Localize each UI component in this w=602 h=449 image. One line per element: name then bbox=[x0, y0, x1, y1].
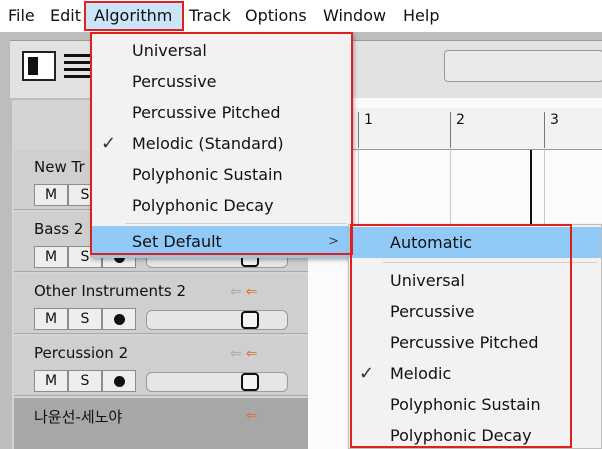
algorithm-percussive-pitched[interactable]: Percussive Pitched bbox=[91, 97, 351, 128]
mute-button[interactable]: M bbox=[34, 370, 68, 392]
track-row[interactable]: Other Instruments 2 ⇐ ⇐ M S bbox=[14, 274, 308, 334]
solo-button[interactable]: S bbox=[68, 370, 102, 392]
slider-knob[interactable] bbox=[241, 373, 259, 391]
track-name: New Tr bbox=[34, 158, 85, 176]
record-button[interactable] bbox=[102, 370, 136, 392]
ruler-mark-2: 2 bbox=[450, 112, 465, 148]
algorithm-melodic-label: Melodic (Standard) bbox=[132, 134, 284, 153]
submenu-arrow-icon: > bbox=[328, 234, 339, 249]
solo-button[interactable]: S bbox=[68, 308, 102, 330]
mute-button[interactable]: M bbox=[34, 184, 68, 206]
slider-knob[interactable] bbox=[241, 311, 259, 329]
default-melodic[interactable]: ✓ Melodic bbox=[349, 358, 601, 389]
timeline-ruler[interactable]: 1 2 3 bbox=[308, 108, 602, 150]
track-list-icon[interactable] bbox=[62, 51, 92, 81]
ruler-mark-1: 1 bbox=[358, 112, 373, 148]
menu-bar: File Edit Algorithm Track Options Window… bbox=[0, 0, 602, 32]
track-name: 나윤선-세노야 bbox=[34, 408, 123, 426]
set-default-label: Set Default bbox=[132, 232, 222, 251]
menu-help[interactable]: Help bbox=[403, 0, 439, 32]
algorithm-menu: Universal Percussive Percussive Pitched … bbox=[90, 32, 352, 258]
menu-separator bbox=[383, 262, 597, 263]
checkmark-icon: ✓ bbox=[359, 363, 375, 384]
track-name: Percussion 2 bbox=[34, 344, 129, 362]
mute-button[interactable]: M bbox=[34, 308, 68, 330]
algorithm-polyphonic-sustain[interactable]: Polyphonic Sustain bbox=[91, 159, 351, 190]
volume-slider[interactable] bbox=[146, 310, 288, 330]
playhead[interactable] bbox=[530, 150, 532, 230]
menu-algorithm[interactable]: Algorithm bbox=[84, 1, 184, 31]
track-row-selected[interactable]: 나윤선-세노야 ⇐ ⇐ bbox=[14, 398, 308, 449]
default-universal[interactable]: Universal bbox=[349, 265, 601, 296]
ruler-mark-3: 3 bbox=[544, 112, 559, 148]
route-icons[interactable]: ⇐ ⇐ bbox=[230, 346, 257, 362]
menu-options[interactable]: Options bbox=[245, 0, 307, 32]
route-icons[interactable]: ⇐ ⇐ bbox=[230, 284, 257, 300]
menu-track[interactable]: Track bbox=[189, 0, 231, 32]
default-polyphonic-sustain[interactable]: Polyphonic Sustain bbox=[349, 389, 601, 420]
algorithm-melodic-standard[interactable]: ✓ Melodic (Standard) bbox=[91, 128, 351, 159]
menu-file[interactable]: File bbox=[8, 0, 35, 32]
track-name: Bass 2 bbox=[34, 220, 84, 238]
record-dot-icon bbox=[113, 375, 125, 387]
route-icons[interactable]: ⇐ ⇐ bbox=[230, 408, 257, 424]
default-automatic[interactable]: Automatic bbox=[349, 227, 601, 258]
default-percussive[interactable]: Percussive bbox=[349, 296, 601, 327]
algorithm-universal[interactable]: Universal bbox=[91, 35, 351, 66]
mute-button[interactable]: M bbox=[34, 246, 68, 268]
toolbar-field[interactable] bbox=[444, 50, 602, 82]
algorithm-polyphonic-decay[interactable]: Polyphonic Decay bbox=[91, 190, 351, 221]
default-percussive-pitched[interactable]: Percussive Pitched bbox=[349, 327, 601, 358]
track-row[interactable]: Percussion 2 ⇐ ⇐ M S bbox=[14, 336, 308, 396]
record-button[interactable] bbox=[102, 308, 136, 330]
record-dot-icon bbox=[113, 313, 125, 325]
track-name: Other Instruments 2 bbox=[34, 282, 187, 300]
volume-slider[interactable] bbox=[146, 372, 288, 392]
output-icon[interactable]: ⇐ bbox=[246, 346, 258, 362]
menu-window[interactable]: Window bbox=[323, 0, 386, 32]
default-melodic-label: Melodic bbox=[390, 364, 452, 383]
output-icon[interactable]: ⇐ bbox=[246, 284, 258, 300]
menu-edit[interactable]: Edit bbox=[50, 0, 81, 32]
output-icon[interactable]: ⇐ bbox=[246, 408, 258, 424]
set-default-item[interactable]: Set Default > bbox=[91, 226, 351, 257]
default-polyphonic-decay[interactable]: Polyphonic Decay bbox=[349, 420, 601, 449]
checkmark-icon: ✓ bbox=[101, 133, 117, 154]
algorithm-percussive[interactable]: Percussive bbox=[91, 66, 351, 97]
set-default-submenu: Automatic Universal Percussive Percussiv… bbox=[348, 224, 602, 449]
menu-separator bbox=[125, 223, 347, 224]
layout-toggle-icon[interactable] bbox=[22, 51, 56, 81]
